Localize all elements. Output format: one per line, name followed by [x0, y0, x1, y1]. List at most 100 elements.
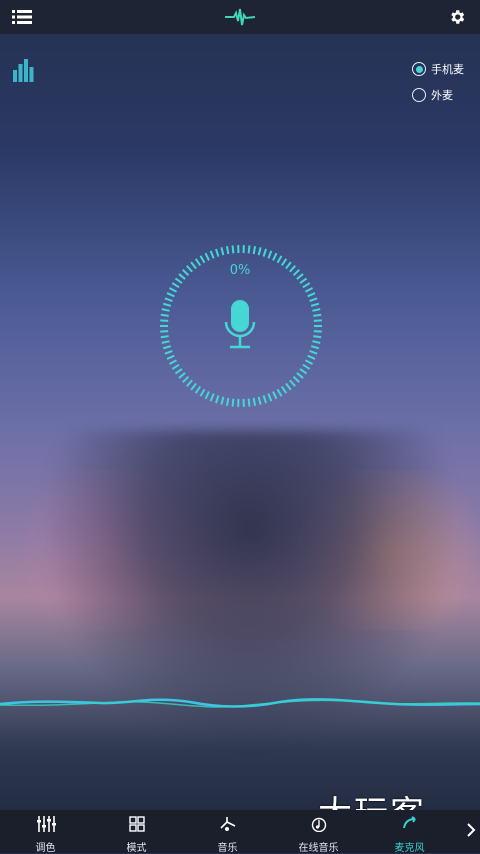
- menu-list-icon[interactable]: [12, 9, 32, 29]
- meter-tick: [165, 298, 173, 301]
- meter-tick: [221, 247, 223, 255]
- meter-tick: [221, 397, 223, 405]
- background-photo: [0, 0, 480, 853]
- meter-tick: [308, 293, 315, 296]
- radio-label-external-mic: 外麦: [431, 87, 453, 103]
- meter-tick: [205, 253, 209, 260]
- meter-tick: [259, 397, 261, 405]
- meter-tick: [303, 365, 310, 369]
- online-music-icon: [310, 816, 328, 836]
- equalizer-sliders-icon: [36, 816, 56, 836]
- bottom-navigation: 调色 模式 音乐: [0, 810, 480, 853]
- meter-tick: [310, 298, 318, 301]
- level-percent: 0%: [220, 263, 260, 278]
- meter-tick: [249, 399, 250, 407]
- meter-tick: [268, 394, 271, 401]
- meter-tick: [169, 360, 176, 364]
- meter-tick: [282, 387, 286, 394]
- meter-tick: [161, 315, 169, 316]
- grid-icon: [129, 816, 145, 836]
- meter-tick: [160, 320, 168, 321]
- nav-label: 在线音乐: [299, 839, 339, 854]
- meter-tick: [314, 320, 322, 321]
- chevron-right-icon[interactable]: [466, 822, 476, 842]
- meter-tick: [187, 266, 192, 272]
- meter-tick: [172, 365, 179, 369]
- top-bar: [0, 0, 480, 34]
- meter-tick: [172, 283, 179, 287]
- nav-item-color[interactable]: 调色: [0, 810, 91, 853]
- meter-tick: [169, 288, 176, 292]
- meter-tick: [191, 262, 196, 268]
- meter-tick: [286, 384, 291, 390]
- nav-item-mode[interactable]: 模式: [91, 810, 182, 853]
- meter-tick: [183, 270, 189, 276]
- meter-tick: [278, 389, 282, 396]
- meter-tick: [313, 315, 321, 316]
- nav-item-music[interactable]: 音乐: [182, 810, 273, 853]
- nav-item-microphone[interactable]: 麦克风: [364, 810, 455, 853]
- nav-item-online-music[interactable]: 在线音乐: [273, 810, 364, 853]
- meter-tick: [175, 278, 181, 283]
- meter-tick: [310, 351, 318, 354]
- meter-tick: [305, 288, 312, 292]
- meter-tick: [300, 278, 306, 283]
- meter-tick: [201, 256, 205, 263]
- meter-tick: [259, 247, 261, 255]
- meter-tick: [278, 256, 282, 263]
- meter-tick: [160, 331, 168, 332]
- radio-button-selected[interactable]: [412, 62, 426, 76]
- meter-tick: [297, 373, 303, 378]
- meter-tick: [294, 270, 300, 276]
- meter-tick: [305, 360, 312, 364]
- mic-source-selector: 手机麦 外麦: [412, 56, 464, 108]
- meter-tick: [312, 341, 320, 343]
- meter-tick: [205, 392, 209, 399]
- meter-tick: [268, 251, 271, 258]
- audio-waveform: [0, 690, 480, 718]
- music-note-icon: [219, 816, 237, 836]
- meter-tick: [303, 283, 310, 287]
- meter-tick: [294, 377, 300, 383]
- microphone-icon[interactable]: [224, 298, 256, 356]
- meter-tick: [300, 369, 306, 374]
- radio-label-phone-mic: 手机麦: [431, 61, 464, 77]
- meter-tick: [297, 274, 303, 279]
- meter-tick: [233, 399, 234, 407]
- bar-levels-icon[interactable]: [12, 58, 36, 86]
- meter-tick: [165, 351, 173, 354]
- meter-tick: [312, 309, 320, 311]
- meter-tick: [167, 293, 174, 296]
- meter-tick: [161, 336, 169, 337]
- meter-tick: [254, 246, 255, 254]
- meter-tick: [163, 346, 171, 348]
- meter-tick: [311, 304, 319, 306]
- gear-icon[interactable]: [448, 8, 466, 30]
- meter-tick: [211, 394, 214, 401]
- meter-tick: [311, 346, 319, 348]
- radio-button-unselected[interactable]: [412, 88, 426, 102]
- radio-phone-mic[interactable]: 手机麦: [412, 56, 464, 82]
- meter-tick: [227, 398, 228, 406]
- nav-label: 模式: [127, 839, 147, 854]
- meter-tick: [211, 251, 214, 258]
- meter-tick: [290, 380, 295, 386]
- meter-tick: [196, 387, 200, 394]
- meter-tick: [216, 395, 218, 403]
- meter-tick: [254, 398, 255, 406]
- meter-tick: [282, 259, 286, 266]
- meter-tick: [227, 246, 228, 254]
- meter-tick: [175, 369, 181, 374]
- meter-tick: [196, 259, 200, 266]
- meter-tick: [187, 380, 192, 386]
- meter-tick: [179, 274, 185, 279]
- meter-tick: [273, 392, 277, 399]
- meter-tick: [162, 309, 170, 311]
- meter-tick: [183, 377, 189, 383]
- meter-tick: [290, 266, 295, 272]
- meter-tick: [313, 336, 321, 337]
- meter-tick: [179, 373, 185, 378]
- meter-tick: [273, 253, 277, 260]
- waveform-logo-icon: [225, 7, 255, 31]
- radio-external-mic[interactable]: 外麦: [412, 82, 464, 108]
